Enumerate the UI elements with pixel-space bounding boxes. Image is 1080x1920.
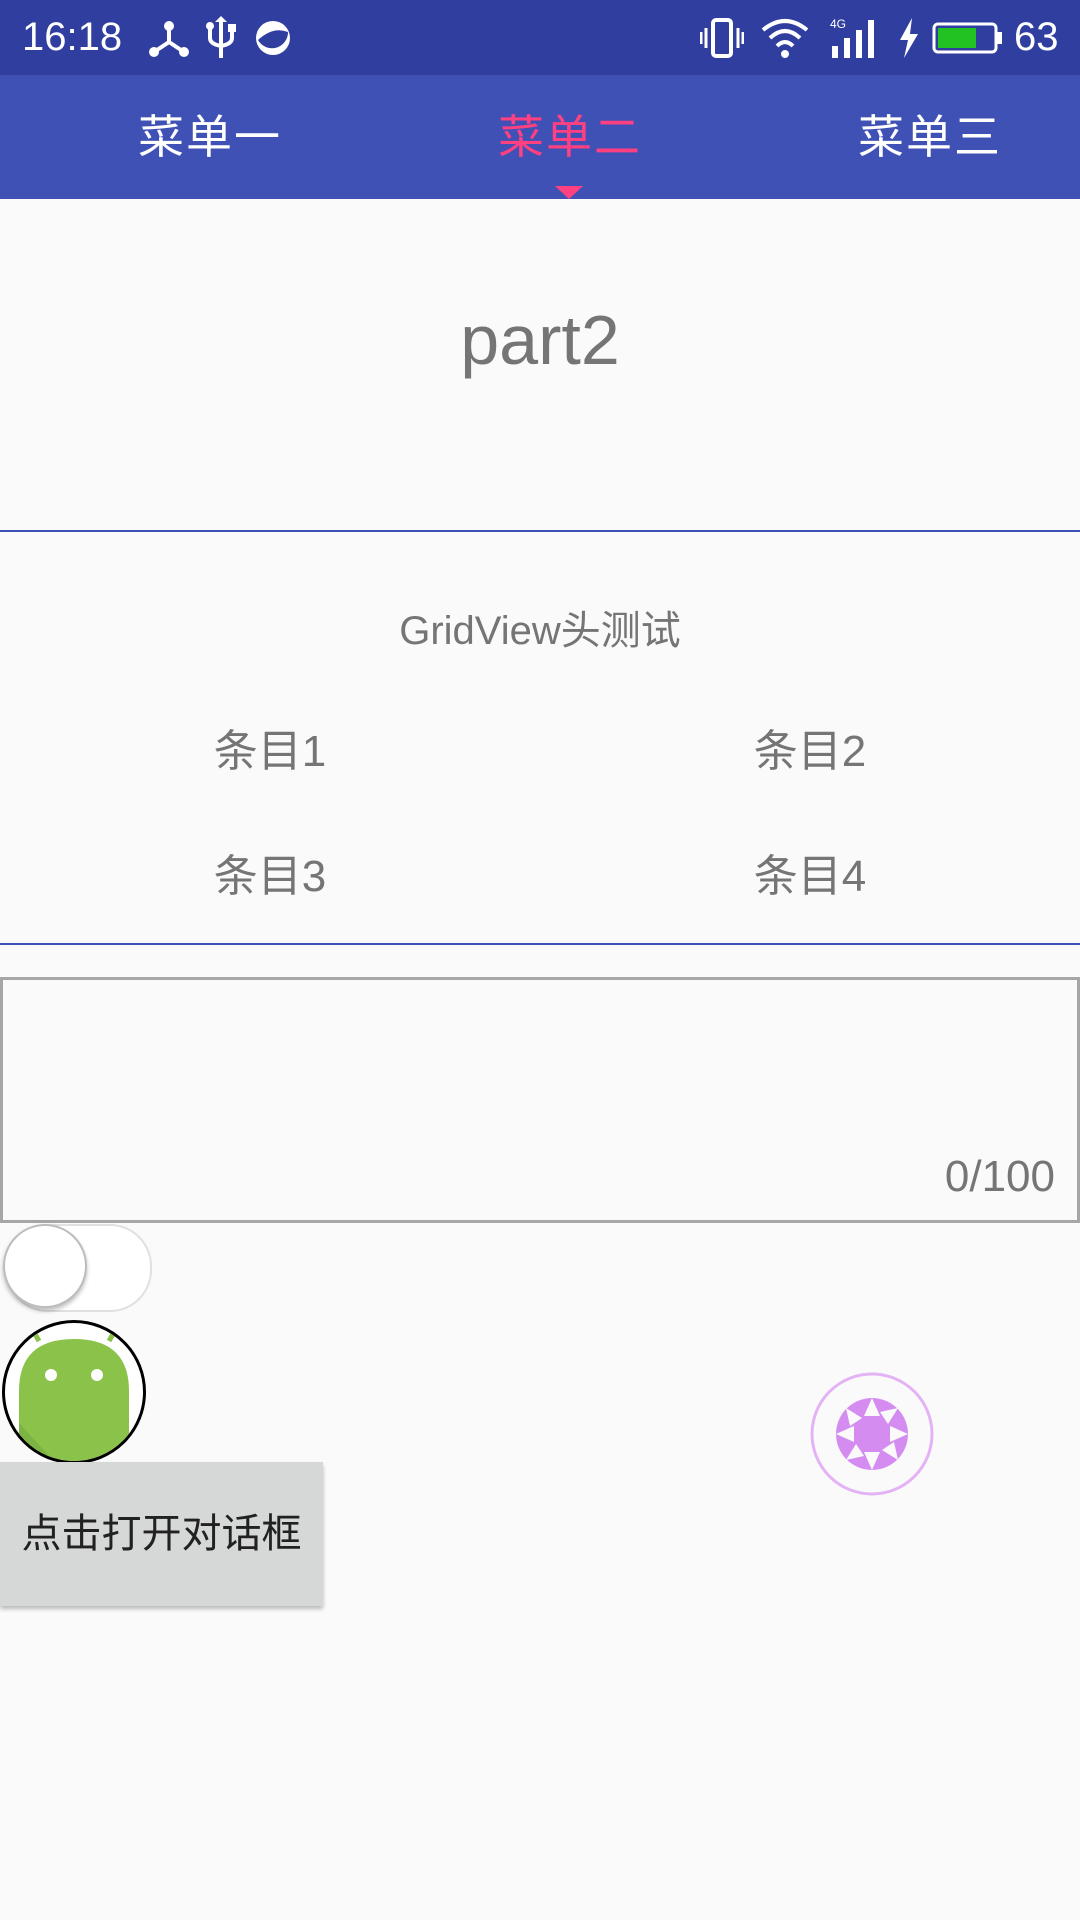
aperture-icon[interactable] [810,1372,934,1496]
wifi-icon [761,19,809,58]
svg-text:4G: 4G [830,17,846,31]
tab-menu-3[interactable]: 菜单三 [750,75,1080,199]
divider-bottom [0,943,1080,945]
avatar [2,1320,146,1464]
battery-level: 63 [1014,15,1059,59]
grid-item-3[interactable]: 条目3 [0,840,540,904]
page-title: part2 [460,301,620,379]
divider-top [0,530,1080,532]
android-icon [19,1325,129,1461]
open-dialog-button[interactable]: 点击打开对话框 [0,1462,323,1606]
text-input[interactable]: 0/100 [0,977,1080,1223]
signal-4g-icon: 4G [830,17,874,58]
tab-bar: 菜单一 菜单二 菜单三 [0,75,1080,199]
charging-icon [900,18,918,58]
usb-icon [206,16,236,58]
char-counter: 0/100 [944,1152,1055,1201]
tab-menu-2[interactable]: 菜单二 [390,75,750,199]
grid-header: GridView头测试 [399,609,681,653]
sync-icon [256,21,290,55]
status-time: 16:18 [22,15,123,59]
status-bar: 16:18 4G 63 [0,0,1080,75]
battery-icon [932,22,1002,54]
nodes-icon [149,21,189,57]
tab-menu-1[interactable]: 菜单一 [30,75,390,199]
grid-item-1[interactable]: 条目1 [0,715,540,779]
grid-item-2[interactable]: 条目2 [540,715,1080,779]
vibrate-icon [700,18,744,58]
grid-item-4[interactable]: 条目4 [540,840,1080,904]
tab-indicator [555,186,583,199]
toggle-switch-thumb[interactable] [3,1224,87,1308]
